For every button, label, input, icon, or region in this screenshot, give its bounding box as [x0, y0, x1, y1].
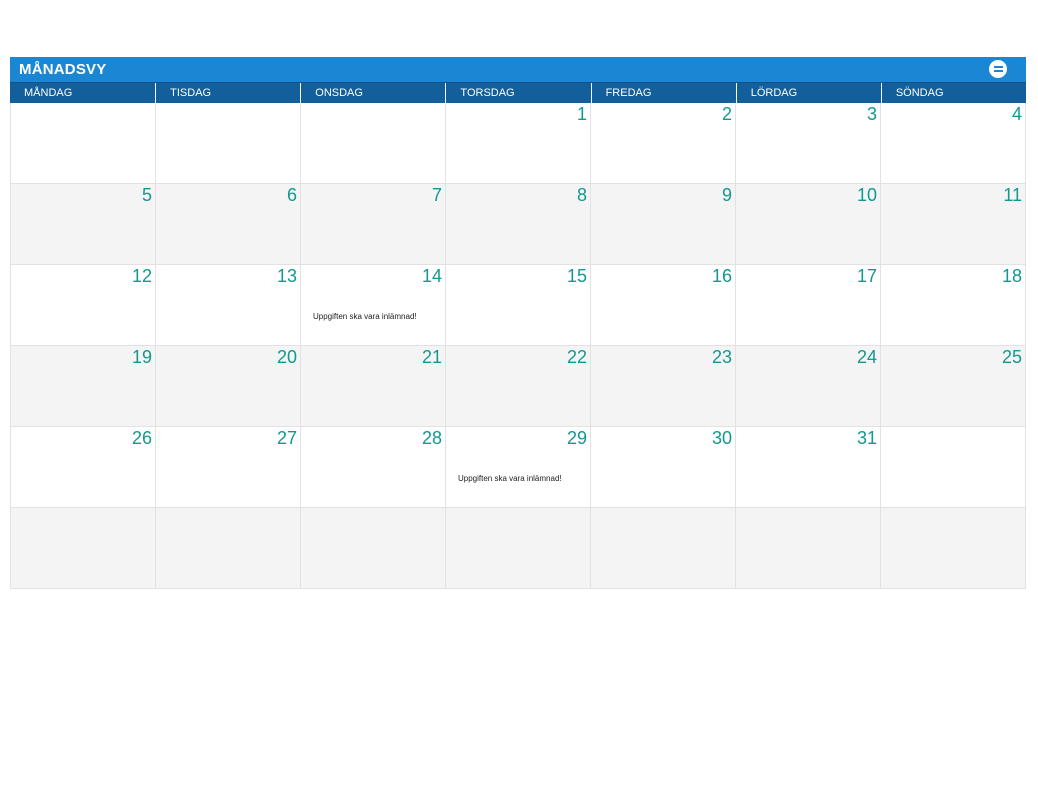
- day-number: 3: [866, 104, 877, 124]
- day-number: 24: [856, 347, 877, 367]
- day-cell[interactable]: 15: [446, 265, 591, 346]
- day-number: 23: [711, 347, 732, 367]
- day-cell[interactable]: [156, 508, 301, 589]
- day-number: 9: [721, 185, 732, 205]
- day-cell[interactable]: [881, 508, 1026, 589]
- day-number: 19: [131, 347, 152, 367]
- day-number: 5: [141, 185, 152, 205]
- day-number: 31: [856, 428, 877, 448]
- day-number: 22: [566, 347, 587, 367]
- day-number: 16: [711, 266, 732, 286]
- day-cell[interactable]: 26: [11, 427, 156, 508]
- day-number: 17: [856, 266, 877, 286]
- day-cell[interactable]: [881, 427, 1026, 508]
- day-cell[interactable]: 27: [156, 427, 301, 508]
- day-cell[interactable]: 20: [156, 346, 301, 427]
- calendar-title: MÅNADSVY: [19, 61, 107, 78]
- day-cell[interactable]: 22: [446, 346, 591, 427]
- day-cell[interactable]: 23: [591, 346, 736, 427]
- day-number: 8: [576, 185, 587, 205]
- day-cell[interactable]: [156, 103, 301, 184]
- day-number: 7: [431, 185, 442, 205]
- day-number: 15: [566, 266, 587, 286]
- day-cell[interactable]: 11: [881, 184, 1026, 265]
- day-number: 1: [576, 104, 587, 124]
- day-cell[interactable]: 12: [11, 265, 156, 346]
- day-cell[interactable]: 8: [446, 184, 591, 265]
- day-number: 25: [1001, 347, 1022, 367]
- day-number: 13: [276, 266, 297, 286]
- day-cell[interactable]: 5: [11, 184, 156, 265]
- day-cell[interactable]: [11, 508, 156, 589]
- weekday-header: SÖNDAG: [880, 83, 1026, 103]
- day-number: 11: [1003, 185, 1022, 205]
- day-number: 30: [711, 428, 732, 448]
- day-number: 2: [721, 104, 732, 124]
- day-cell[interactable]: 25: [881, 346, 1026, 427]
- day-cell[interactable]: 31: [736, 427, 881, 508]
- day-cell[interactable]: [591, 508, 736, 589]
- day-number: 4: [1011, 104, 1022, 124]
- day-cell[interactable]: 13: [156, 265, 301, 346]
- menu-icon[interactable]: [989, 60, 1007, 78]
- day-cell[interactable]: 28: [301, 427, 446, 508]
- day-cell[interactable]: [446, 508, 591, 589]
- day-cell[interactable]: 6: [156, 184, 301, 265]
- day-cell[interactable]: [301, 508, 446, 589]
- event-note[interactable]: Uppgiften ska vara inlämnad!: [458, 474, 562, 483]
- day-number: 29: [566, 428, 587, 448]
- day-cell[interactable]: 24: [736, 346, 881, 427]
- calendar-grid: 1 2 3 4 5 6 7 8 9 10 11 12 13 14 Uppgiften ska vara in…: [10, 103, 1026, 589]
- day-number: 6: [286, 185, 297, 205]
- weekday-header: ONSDAG: [300, 83, 445, 103]
- day-cell[interactable]: 9: [591, 184, 736, 265]
- weekday-header: MÅNDAG: [24, 87, 73, 99]
- calendar-title-bar: MÅNADSVY: [10, 57, 1026, 82]
- month-calendar: MÅNADSVY MÅNDAG TISDAG ONSDAG TORSDAG FREDAG…: [10, 57, 1026, 589]
- day-number: 18: [1001, 266, 1022, 286]
- day-cell[interactable]: 3: [736, 103, 881, 184]
- day-number: 20: [276, 347, 297, 367]
- day-cell[interactable]: 7: [301, 184, 446, 265]
- day-cell[interactable]: 14 Uppgiften ska vara inlämnad!: [301, 265, 446, 346]
- day-number: 28: [421, 428, 442, 448]
- day-cell[interactable]: 18: [881, 265, 1026, 346]
- day-cell[interactable]: [736, 508, 881, 589]
- day-cell[interactable]: 19: [11, 346, 156, 427]
- day-number: 21: [421, 347, 442, 367]
- day-cell[interactable]: 2: [591, 103, 736, 184]
- day-number: 12: [131, 266, 152, 286]
- day-number: 27: [276, 428, 297, 448]
- day-number: 26: [131, 428, 152, 448]
- event-note[interactable]: Uppgiften ska vara inlämnad!: [313, 312, 417, 321]
- weekday-header: LÖRDAG: [735, 83, 881, 103]
- day-cell[interactable]: [301, 103, 446, 184]
- day-cell[interactable]: 4: [881, 103, 1026, 184]
- weekday-header-row: MÅNDAG TISDAG ONSDAG TORSDAG FREDAG LÖRDAG SÖN…: [10, 82, 1026, 103]
- weekday-header: TISDAG: [155, 83, 300, 103]
- day-cell[interactable]: 16: [591, 265, 736, 346]
- weekday-header: TORSDAG: [445, 83, 590, 103]
- weekday-header: FREDAG: [590, 83, 736, 103]
- day-cell[interactable]: 29 Uppgiften ska vara inlämnad!: [446, 427, 591, 508]
- day-cell[interactable]: 10: [736, 184, 881, 265]
- day-cell[interactable]: 17: [736, 265, 881, 346]
- day-cell[interactable]: 1: [446, 103, 591, 184]
- day-cell[interactable]: 30: [591, 427, 736, 508]
- day-cell[interactable]: 21: [301, 346, 446, 427]
- day-cell[interactable]: [11, 103, 156, 184]
- day-number: 14: [421, 266, 442, 286]
- day-number: 10: [856, 185, 877, 205]
